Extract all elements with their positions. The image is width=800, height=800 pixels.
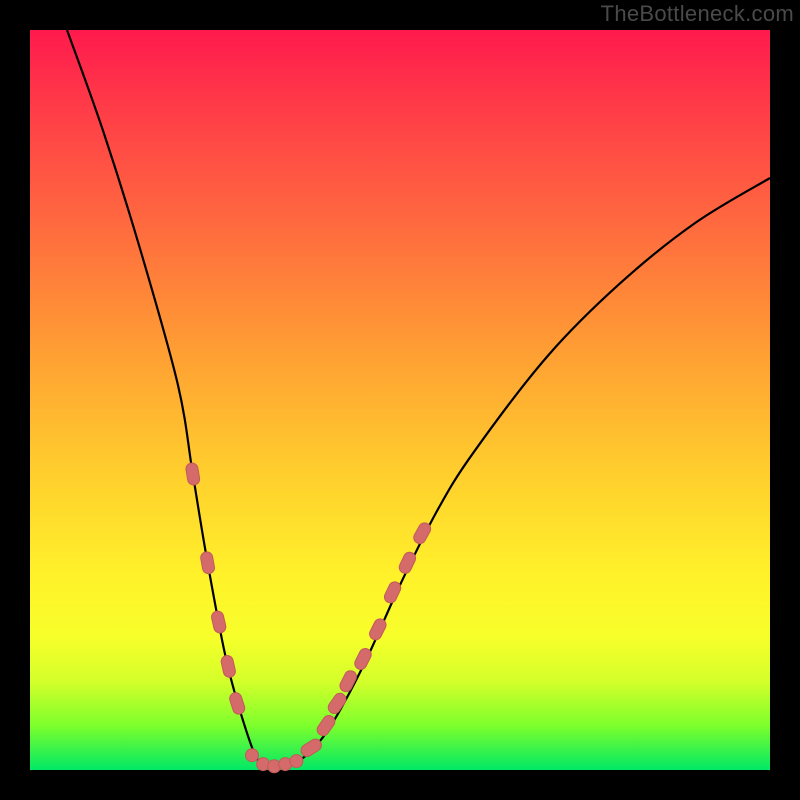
curve-markers [185, 462, 433, 773]
marker-seg-left-5 [228, 691, 246, 716]
marker-seg-left-4 [220, 654, 237, 678]
marker-seg-left-3 [210, 610, 227, 634]
marker-seg-right-2 [315, 713, 337, 738]
marker-seg-right-3 [326, 691, 348, 716]
marker-seg-left-1 [185, 462, 200, 486]
curve-svg [30, 30, 770, 770]
marker-seg-right-4 [338, 669, 359, 694]
chart-frame: TheBottleneck.com [0, 0, 800, 800]
watermark-text: TheBottleneck.com [601, 1, 794, 27]
bottleneck-curve [67, 30, 770, 767]
marker-seg-left-2 [200, 551, 216, 575]
marker-floor-5 [290, 755, 303, 768]
plot-area [30, 30, 770, 770]
marker-floor-1 [246, 749, 259, 762]
